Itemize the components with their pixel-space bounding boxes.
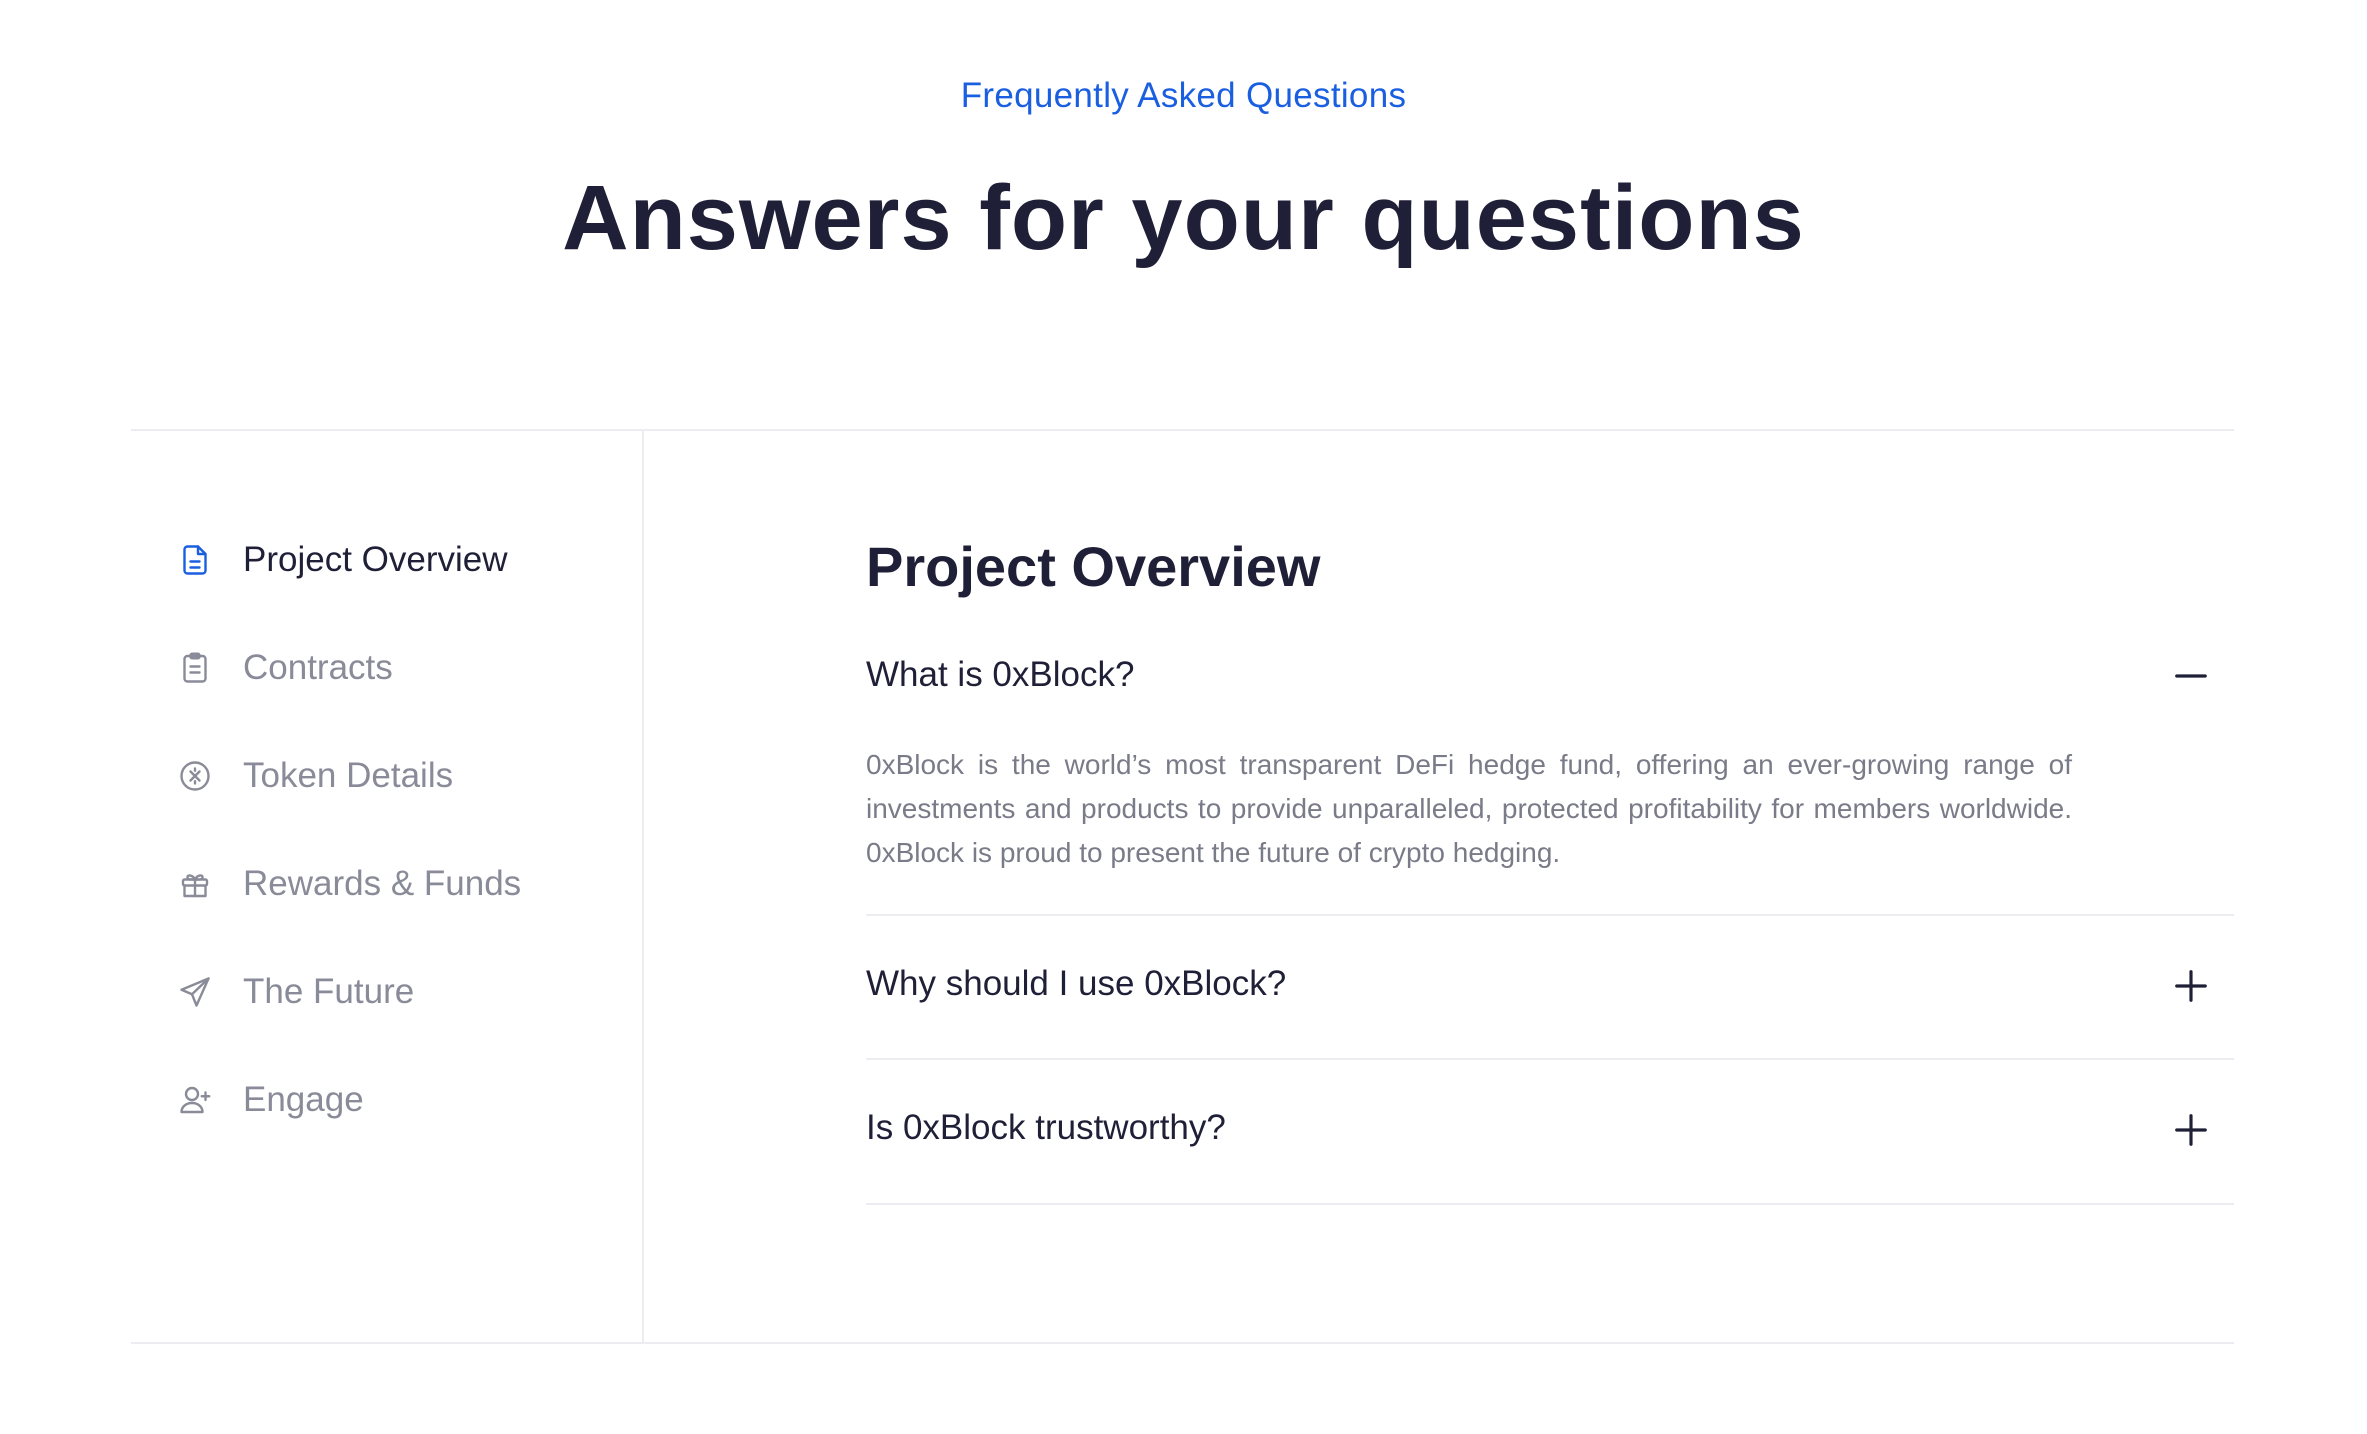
faq-divider — [866, 914, 2234, 916]
sidebar-item-label: The Future — [243, 972, 415, 1011]
expand-icon[interactable] — [2172, 1111, 2210, 1149]
sidebar-item-project-overview[interactable]: Project Overview — [175, 535, 508, 585]
user-plus-icon — [175, 1080, 215, 1120]
sidebar-item-rewards-funds[interactable]: Rewards & Funds — [175, 859, 521, 909]
gift-icon — [175, 864, 215, 904]
sidebar-item-label: Project Overview — [243, 540, 508, 579]
collapse-icon[interactable] — [2172, 657, 2210, 695]
faq-question[interactable]: Is 0xBlock trustworthy? — [866, 1108, 1226, 1148]
token-icon — [175, 756, 215, 796]
sidebar-item-the-future[interactable]: The Future — [175, 967, 414, 1017]
section-title: Project Overview — [866, 535, 1321, 598]
section-eyebrow: Frequently Asked Questions — [960, 76, 1407, 115]
sidebar-item-label: Contracts — [243, 648, 393, 687]
clipboard-icon — [175, 648, 215, 688]
sidebar-item-engage[interactable]: Engage — [175, 1075, 364, 1125]
sidebar-item-label: Engage — [243, 1080, 364, 1119]
sidebar-item-label: Rewards & Funds — [243, 864, 522, 903]
document-icon — [175, 540, 215, 580]
sidebar-item-contracts[interactable]: Contracts — [175, 643, 393, 693]
sidebar-item-token-details[interactable]: Token Details — [175, 751, 453, 801]
faq-question[interactable]: Why should I use 0xBlock? — [866, 964, 1286, 1004]
faq-question[interactable]: What is 0xBlock? — [866, 655, 1134, 695]
faq-divider — [866, 1058, 2234, 1060]
page-title: Answers for your questions — [562, 167, 1805, 269]
faq-divider — [866, 1203, 2234, 1205]
faq-content: Project Overview What is 0xBlock? 0xBloc… — [866, 431, 2234, 1342]
paper-plane-icon — [175, 972, 215, 1012]
faq-answer: 0xBlock is the world’s most transparent … — [866, 749, 2072, 868]
faq-category-sidebar: Project Overview Contracts Token Details… — [131, 431, 644, 1342]
sidebar-item-label: Token Details — [243, 756, 454, 795]
expand-icon[interactable] — [2172, 967, 2210, 1005]
faq-panel: Project Overview Contracts Token Details… — [131, 429, 2234, 1344]
